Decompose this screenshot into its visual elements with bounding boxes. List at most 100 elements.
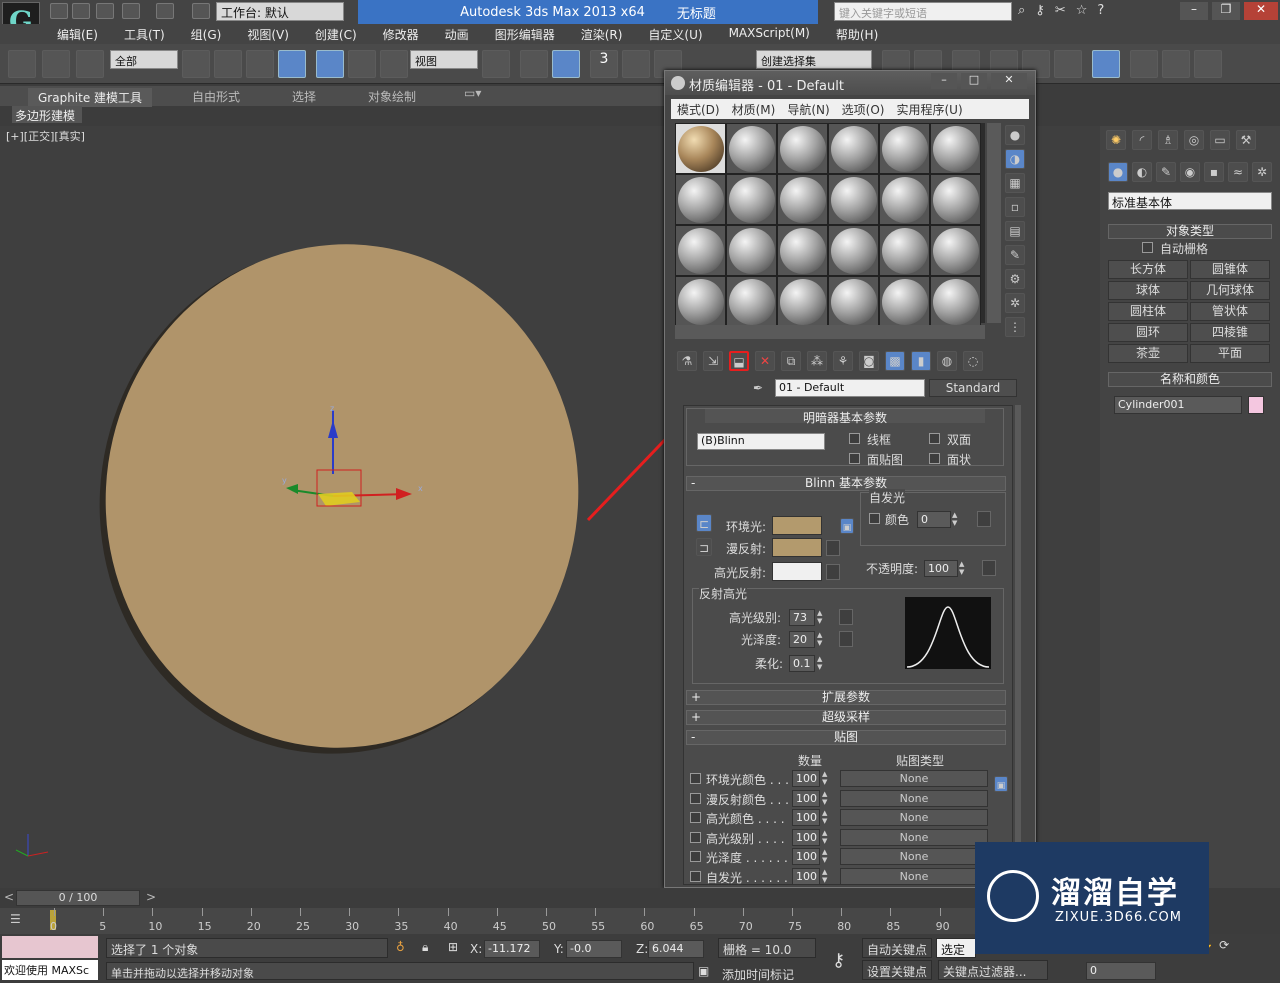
self-illum-input[interactable]: 0 [917,511,951,528]
map-amount-spinner[interactable]: ▲ ▼ [822,848,831,865]
tab-graphite[interactable]: Graphite 建模工具 [28,88,153,107]
slots-hscrollbar[interactable] [675,325,985,339]
material-name-input[interactable]: 01 - Default [775,379,925,397]
maxscript-listener[interactable] [2,936,98,958]
put-to-scene-icon[interactable]: ⇲ [703,351,723,371]
map-amount-input[interactable]: 100 [792,828,820,846]
scale-icon[interactable] [380,50,408,78]
select-object-icon[interactable] [182,50,210,78]
plane-button[interactable]: 平面 [1190,344,1270,363]
menu-maxscript[interactable]: MAXScript(M) [716,24,823,44]
select-move-icon[interactable] [316,50,344,78]
mat-menu-material[interactable]: 材质(M) [726,99,782,119]
effects-channel-icon[interactable]: ◙ [859,351,879,371]
material-slot[interactable] [726,276,777,327]
torus-button[interactable]: 圆环 [1108,323,1188,342]
show-map-icon[interactable]: ▩ [885,351,905,371]
object-type-rollout[interactable]: 对象类型 [1108,224,1272,239]
current-frame-input[interactable]: 0 [1086,962,1156,980]
y-coordinate-input[interactable]: -0.0 [566,940,622,958]
create-category-icons[interactable]: ● ◐ ✎ ◉ ▪ ≈ ✲ [1108,162,1272,182]
menu-modifiers[interactable]: 修改器 [370,24,432,44]
add-time-tag[interactable]: 添加时间标记 [722,966,794,983]
shader-rollout-title[interactable]: 明暗器基本参数 [705,409,985,425]
key-filters-button[interactable]: 关键点过滤器... [938,960,1048,980]
maxscript-mini-input[interactable]: 欢迎使用 MAXSc [2,960,98,980]
menu-animation[interactable]: 动画 [432,24,482,44]
rendered-frame-icon[interactable] [1162,50,1190,78]
geosphere-button[interactable]: 几何球体 [1190,281,1270,300]
supersampling-rollout[interactable]: + 超级采样 [686,710,1006,725]
map-enable-checkbox[interactable] [690,812,701,824]
material-editor-icon[interactable] [1092,50,1120,78]
box-button[interactable]: 长方体 [1108,260,1188,279]
absolute-mode-icon[interactable]: ⊞ [448,940,458,954]
self-illum-map-button[interactable] [977,511,991,527]
diffuse-map-button[interactable] [826,540,840,556]
menu-views[interactable]: 视图(V) [234,24,302,44]
material-slot[interactable] [930,174,981,225]
cylinder-button[interactable]: 圆柱体 [1108,302,1188,321]
teapot-button[interactable]: 茶壶 [1108,344,1188,363]
tube-button[interactable]: 管状体 [1190,302,1270,321]
viewport-label[interactable]: [+][正交][真实] [6,128,85,144]
x-coordinate-input[interactable]: -11.172 [484,940,540,958]
track-bar-menu-icon[interactable]: ☰ [10,912,21,926]
material-slot[interactable] [675,123,726,174]
auto-key-button[interactable]: 自动关键点 [862,938,932,958]
params-scrollbar[interactable] [1015,405,1021,885]
unlink-icon[interactable] [42,50,70,78]
snap-toggle-icon[interactable]: 3 [590,50,618,78]
blinn-rollout-title[interactable]: - Blinn 基本参数 [686,476,1006,491]
map-amount-spinner[interactable]: ▲ ▼ [822,790,831,807]
project-folder-icon[interactable] [192,3,210,19]
map-enable-checkbox[interactable] [690,773,701,784]
material-slot[interactable] [675,174,726,225]
menu-rendering[interactable]: 渲染(R) [568,24,636,44]
menu-help[interactable]: 帮助(H) [823,24,891,44]
put-to-library-icon[interactable]: ⚘ [833,351,853,371]
material-slot[interactable] [828,276,879,327]
go-forward-sibling-icon[interactable]: ◌ [963,351,983,371]
track-bar[interactable]: ☰ 0 5 10 15 20 25 30 35 40 45 50 55 60 65 70 75 80 85 90 [0,908,1100,934]
mat-menu-mode[interactable]: 模式(D) [671,99,726,119]
key-icon[interactable]: ⚷ [832,950,845,971]
primitive-type-dropdown[interactable]: 标准基本体 [1108,192,1272,210]
map-amount-input[interactable]: 100 [792,770,820,787]
search-input[interactable]: 键入关键字或短语 [834,2,1012,21]
copy-material-icon[interactable]: ⧉ [781,351,801,371]
reset-map-icon[interactable]: ✕ [755,351,775,371]
rotate-icon[interactable] [348,50,376,78]
autogrid-checkbox[interactable] [1142,242,1153,253]
maps-rollout[interactable]: - 贴图 [686,730,1006,745]
pivot-icon[interactable] [482,50,510,78]
time-tag-icon[interactable]: ▣ [698,964,709,978]
two-sided-checkbox[interactable] [929,433,940,444]
glossiness-map-button[interactable] [839,631,853,647]
map-amount-spinner[interactable]: ▲ ▼ [822,770,831,787]
workspace-dropdown[interactable]: 工作台: 默认 [216,2,344,21]
material-slot[interactable] [777,225,828,276]
material-slot[interactable] [879,123,930,174]
sphere-button[interactable]: 球体 [1108,281,1188,300]
material-slot[interactable] [879,225,930,276]
render-setup-icon[interactable] [1130,50,1158,78]
material-slot[interactable] [675,276,726,327]
go-to-parent-icon[interactable]: ◍ [937,351,957,371]
spec-level-map-button[interactable] [839,609,853,625]
menu-graph-editors[interactable]: 图形编辑器 [482,24,568,44]
ribbon-options-icon[interactable]: ▭▾ [464,86,481,100]
mat-window-controls[interactable]: – □ ✕ [931,73,1027,89]
object-name-input[interactable]: Cylinder001 [1114,396,1242,414]
link-icon[interactable] [8,50,36,78]
lock-selection-icon[interactable]: 🔒︎ [422,940,428,955]
pick-material-icon[interactable]: ✒ [753,381,763,395]
save-icon[interactable] [96,3,114,19]
spec-level-spinner[interactable]: ▲ ▼ [817,609,826,626]
material-slot[interactable] [828,174,879,225]
ambient-swatch[interactable] [772,516,822,535]
angle-snap-icon[interactable] [622,50,650,78]
map-enable-checkbox[interactable] [690,792,701,804]
wire-checkbox[interactable] [849,433,860,444]
mat-menu-utilities[interactable]: 实用程序(U) [890,99,968,119]
